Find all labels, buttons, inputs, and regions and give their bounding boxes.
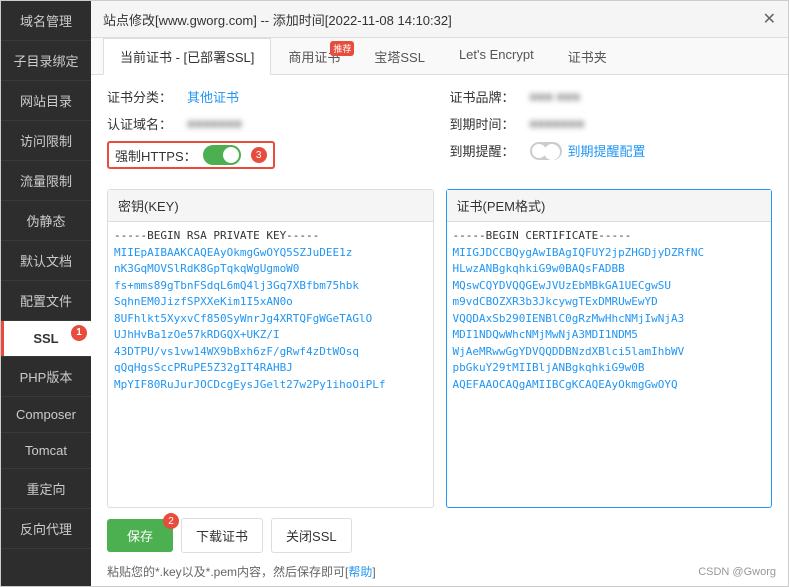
title-bar: 站点修改[www.gworg.com] -- 添加时间[2022-11-08 1…: [91, 1, 788, 38]
cert-line-1: MIIGJDCCBQygAwIBAgIQFUY2jpZHGDjyDZRfNC: [453, 245, 766, 262]
cert-domain-label: 认证域名：: [107, 114, 187, 133]
expire-time-row: 到期时间： ■■■■■■■: [450, 114, 773, 133]
sidebar-item-proxy[interactable]: 反向代理: [1, 509, 91, 549]
sidebar-item-tomcat[interactable]: Tomcat: [1, 433, 91, 469]
cert-line-4: m9vdCBOZXR3b3JkcywgTExDMRUwEwYD: [453, 294, 766, 311]
expire-time-label: 到期时间：: [450, 114, 530, 133]
cert-brand-row: 证书品牌： ■■■ ■■■: [450, 87, 773, 106]
actions: 保存 2 下载证书 关闭SSL: [91, 508, 788, 563]
expire-remind-row: 到期提醒： 到期提醒配置: [450, 141, 773, 160]
commercial-badge: 推荐: [330, 41, 354, 56]
cert-panel: 证书(PEM格式) -----BEGIN CERTIFICATE----- MI…: [446, 189, 773, 508]
key-line-4: SqhnEM0JizfSPXXeKim1I5xAN0o: [114, 294, 427, 311]
tab-letsencrypt[interactable]: Let's Encrypt: [442, 38, 551, 75]
cert-type-label: 证书分类：: [107, 87, 187, 106]
key-panel: 密钥(KEY) -----BEGIN RSA PRIVATE KEY----- …: [107, 189, 434, 508]
cert-type-row: 证书分类： 其他证书: [107, 87, 430, 106]
cert-type-value: 其他证书: [187, 87, 239, 106]
info-section: 证书分类： 其他证书 认证域名： ■■■■■■■ 强制HTTPS： 3: [91, 75, 788, 189]
https-label: 强制HTTPS：: [115, 146, 197, 165]
sidebar-item-domain[interactable]: 域名管理: [1, 1, 91, 41]
sidebar-item-default-doc[interactable]: 默认文档: [1, 241, 91, 281]
tab-current-cert[interactable]: 当前证书 - [已部署SSL]: [103, 38, 271, 75]
cert-domain-row: 认证域名： ■■■■■■■: [107, 114, 430, 133]
cert-line-7: WjAeMRwwGgYDVQQDDBNzdXBlci5lamIhbWV: [453, 344, 766, 361]
sidebar-item-composer[interactable]: Composer: [1, 397, 91, 433]
cert-panel-content[interactable]: -----BEGIN CERTIFICATE----- MIIGJDCCBQyg…: [447, 222, 772, 442]
close-button[interactable]: ✕: [763, 9, 776, 29]
https-badge: 3: [251, 147, 267, 163]
https-box: 强制HTTPS： 3: [107, 141, 275, 169]
cert-panel-header: 证书(PEM格式): [447, 190, 772, 222]
https-toggle[interactable]: [203, 145, 241, 165]
sidebar-item-access[interactable]: 访问限制: [1, 121, 91, 161]
sidebar-item-traffic[interactable]: 流量限制: [1, 161, 91, 201]
cert-line-9: AQEFAAOCAQgAMIIBCgKCAQEAyOkmgGwOYQ: [453, 377, 766, 394]
key-begin-line: -----BEGIN RSA PRIVATE KEY-----: [114, 228, 427, 245]
sidebar-item-subdir[interactable]: 子目录绑定: [1, 41, 91, 81]
sidebar-item-config[interactable]: 配置文件: [1, 281, 91, 321]
cert-line-6: MDI1NDQwWhcNMjMwNjA3MDI1NDM5: [453, 327, 766, 344]
cert-line-8: pbGkuY29tMIIBljANBgkqhkiG9w0B: [453, 360, 766, 377]
info-right: 证书品牌： ■■■ ■■■ 到期时间： ■■■■■■■ 到期提醒： 到期提醒配置: [450, 87, 773, 177]
key-panel-content[interactable]: -----BEGIN RSA PRIVATE KEY----- MIIEpAIB…: [108, 222, 433, 442]
hint-link[interactable]: 帮助: [348, 565, 372, 579]
save-button[interactable]: 保存 2: [107, 519, 173, 552]
expire-time-value: ■■■■■■■: [530, 116, 585, 131]
key-line-8: qQqHgsSccPRuPE5Z32gIT4RAHBJ: [114, 360, 427, 377]
expire-remind-link[interactable]: 到期提醒配置: [568, 141, 646, 160]
sidebar-item-webdir[interactable]: 网站目录: [1, 81, 91, 121]
cert-brand-value: ■■■ ■■■: [530, 89, 581, 104]
tabs: 当前证书 - [已部署SSL] 商用证书 推荐 宝塔SSL Let's Encr…: [91, 38, 788, 75]
key-line-3: fs+mms89gTbnFSdqL6mQ4lj3Gq7XBfbm75hbk: [114, 278, 427, 295]
key-line-9: MpYIF80RuJurJOCDcgEysJGelt27w2Py1ihoOiPL…: [114, 377, 427, 394]
sidebar-item-ssl[interactable]: SSL 1: [1, 321, 91, 357]
key-panel-header: 密钥(KEY): [108, 190, 433, 222]
sidebar-item-redirect[interactable]: 重定向: [1, 469, 91, 509]
expire-remind-label: 到期提醒：: [450, 141, 530, 160]
key-line-6: UJhHvBa1zOe57kRDGQX+UKZ/I: [114, 327, 427, 344]
cert-brand-label: 证书品牌：: [450, 87, 530, 106]
key-line-7: 43DTPU/vs1vw14WX9bBxh6zF/gRwf4zDtWOsq: [114, 344, 427, 361]
hint-text: 粘贴您的*.key以及*.pem内容，然后保存即可[帮助]: [91, 563, 788, 586]
main-content: 站点修改[www.gworg.com] -- 添加时间[2022-11-08 1…: [91, 1, 788, 586]
page-title: 站点修改[www.gworg.com] -- 添加时间[2022-11-08 1…: [103, 10, 452, 29]
watermark: CSDN @Gworg: [698, 566, 776, 578]
panels: 密钥(KEY) -----BEGIN RSA PRIVATE KEY----- …: [91, 189, 788, 508]
cert-line-5: VQQDAxSb290IENBlC0gRzMwHhcNMjIwNjA3: [453, 311, 766, 328]
https-row: 强制HTTPS： 3: [107, 141, 430, 169]
cert-line-2: HLwzANBgkqhkiG9w0BAQsFADBB: [453, 261, 766, 278]
key-line-2: nK3GqMOVSlRdK8GpTqkqWgUgmoW0: [114, 261, 427, 278]
cert-line-3: MQswCQYDVQQGEwJVUzEbMBkGA1UECgwSU: [453, 278, 766, 295]
save-badge: 2: [163, 513, 179, 529]
tab-btssl[interactable]: 宝塔SSL: [357, 38, 442, 75]
sidebar: 域名管理 子目录绑定 网站目录 访问限制 流量限制 伪静态 默认文档 配置文件 …: [1, 1, 91, 586]
ssl-badge: 1: [71, 325, 87, 341]
sidebar-item-rewrite[interactable]: 伪静态: [1, 201, 91, 241]
close-ssl-button[interactable]: 关闭SSL: [271, 518, 352, 553]
info-left: 证书分类： 其他证书 认证域名： ■■■■■■■ 强制HTTPS： 3: [107, 87, 430, 177]
content-wrapper: 当前证书 - [已部署SSL] 商用证书 推荐 宝塔SSL Let's Encr…: [91, 38, 788, 586]
cert-domain-value: ■■■■■■■: [187, 116, 242, 131]
sidebar-item-php[interactable]: PHP版本: [1, 357, 91, 397]
expire-remind-toggle[interactable]: [530, 142, 562, 160]
key-line-5: 8UFhlkt5XyxvCf850SyWnrJg4XRTQFgWGeTAGlO: [114, 311, 427, 328]
cert-begin-line: -----BEGIN CERTIFICATE-----: [453, 228, 766, 245]
download-button[interactable]: 下载证书: [181, 518, 263, 553]
key-line-1: MIIEpAIBAAKCAQEAyOkmgGwOYQ5SZJuDEE1z: [114, 245, 427, 262]
tab-certfile[interactable]: 证书夹: [551, 38, 624, 75]
tab-commercial[interactable]: 商用证书 推荐: [271, 38, 357, 75]
